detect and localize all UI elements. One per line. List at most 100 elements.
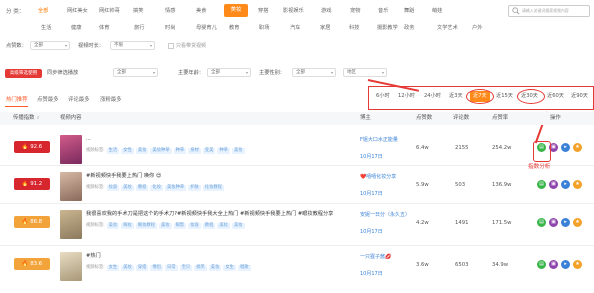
tag[interactable]: 生活 (106, 148, 120, 155)
tag[interactable]: 化妆 (150, 185, 164, 192)
category-item[interactable]: 家居 (320, 25, 330, 31)
star-icon[interactable]: ★ (573, 180, 582, 189)
category-item[interactable]: 舞蹈 (404, 8, 414, 14)
category-item[interactable]: 科技 (349, 25, 359, 31)
video-thumbnail[interactable] (60, 210, 82, 239)
tag[interactable]: 身材 (188, 148, 201, 155)
video-title[interactable]: ... (86, 136, 91, 142)
category-item[interactable]: 户外 (472, 25, 482, 31)
blogger-name[interactable]: 安妮一日分（永久五） (360, 212, 410, 219)
category-item[interactable]: 旅行 (134, 25, 144, 31)
analysis-icon[interactable]: ▤ (537, 180, 546, 189)
tag[interactable]: 穿搭 (135, 265, 149, 272)
blogger-name[interactable]: 一只猩子酱💋 (360, 254, 408, 261)
category-item[interactable]: 生活 (41, 25, 51, 31)
search-icon[interactable] (512, 7, 520, 15)
tag[interactable]: 美妆 (159, 223, 172, 230)
play-icon[interactable]: ▸ (561, 143, 570, 152)
category-item[interactable]: 宠物 (350, 8, 360, 14)
tag[interactable]: 美妆 (106, 223, 120, 230)
category-item[interactable]: 体育 (99, 25, 109, 31)
category-item[interactable]: 搞笑 (133, 8, 143, 14)
blogger-name[interactable]: ❤️嘻嘻化妆分享 (360, 174, 408, 181)
category-item[interactable]: 摄影教学 (377, 25, 398, 31)
tag[interactable]: 美妆 (231, 223, 245, 230)
category-active-beauty[interactable]: 美妆 (224, 4, 248, 17)
tag[interactable]: 日常 (165, 265, 178, 272)
video-thumbnail[interactable] (60, 252, 82, 281)
tag[interactable]: 搞笑 (194, 265, 207, 272)
category-item[interactable]: 教育 (229, 25, 239, 31)
category-item[interactable]: 情感 (165, 8, 175, 14)
tag[interactable]: 教程 (135, 185, 149, 192)
tag[interactable]: 美妆种草 (165, 185, 187, 192)
category-item[interactable]: 网红美女 (67, 8, 88, 14)
gender-filter-select[interactable]: 全部 ▾ (292, 68, 336, 77)
category-item[interactable]: 音乐 (378, 8, 388, 14)
category-item[interactable]: 影视娱乐 (283, 8, 304, 14)
category-item[interactable]: 穿搭 (258, 8, 268, 14)
tag[interactable]: 眼妆 (121, 223, 134, 230)
only-commerce-checkbox[interactable] (168, 43, 174, 49)
tab-1[interactable]: 热门推荐 (6, 97, 28, 103)
tab-2[interactable]: 点赞最多 (37, 97, 59, 103)
category-item[interactable]: 文学艺术 (437, 25, 458, 31)
video-thumbnail[interactable] (60, 172, 82, 201)
advanced-filter-button[interactable]: 高级筛选使用 (5, 69, 42, 78)
tag[interactable]: 美妆 (208, 265, 222, 272)
age-filter-select[interactable]: 全部 ▾ (207, 68, 251, 77)
tab-3[interactable]: 评论最多 (68, 97, 90, 103)
likes-filter-select[interactable]: 全部 ▾ (30, 41, 70, 50)
category-item[interactable]: 萌娃 (432, 8, 442, 14)
time-range-option[interactable]: 12小时 (398, 93, 415, 99)
tag[interactable]: 变美 (202, 148, 216, 155)
tag[interactable]: 妆容 (188, 223, 201, 230)
time-range-option[interactable]: 24小时 (424, 93, 441, 99)
category-item[interactable]: 汽车 (290, 25, 300, 31)
video-icon[interactable]: ▣ (549, 218, 558, 227)
time-range-option[interactable]: 近90天 (571, 93, 588, 99)
category-item[interactable]: 游戏 (321, 8, 331, 14)
play-icon[interactable]: ▸ (561, 260, 570, 269)
video-thumbnail[interactable] (60, 135, 82, 164)
tag[interactable]: 美妆 (231, 148, 245, 155)
category-item[interactable]: 美食 (196, 8, 206, 14)
star-icon[interactable]: ★ (573, 218, 582, 227)
tag[interactable]: 美妆 (121, 185, 134, 192)
tag[interactable]: 教程 (202, 223, 216, 230)
tag[interactable]: 美妆种草 (150, 148, 172, 155)
region-filter-select[interactable]: 地区 ▾ (343, 68, 387, 77)
play-icon[interactable]: ▸ (561, 180, 570, 189)
tag[interactable]: 化妆教程 (202, 185, 224, 192)
star-icon[interactable]: ★ (573, 260, 582, 269)
duration-filter-select[interactable]: 不限 ▾ (110, 41, 155, 50)
tag[interactable]: 女生 (223, 265, 236, 272)
tag[interactable]: 女性 (121, 148, 134, 155)
tag[interactable]: 眼影 (173, 223, 187, 230)
tag[interactable]: 美妆 (121, 265, 134, 272)
category-item[interactable]: 健康 (71, 25, 81, 31)
advanced-first-select[interactable]: 全部 ▾ (113, 68, 158, 77)
video-icon[interactable]: ▣ (549, 260, 558, 269)
blogger-name[interactable]: F姐大口水正能量 (360, 137, 408, 144)
search-input[interactable]: 请输入关键词搜索视频内容 (522, 9, 569, 13)
video-title[interactable]: #新视频快手我要上热门 唤你 😍 (86, 173, 161, 179)
analysis-icon[interactable]: ▤ (537, 260, 546, 269)
tag[interactable]: 唱歌 (237, 265, 251, 272)
category-item[interactable]: 全部 (38, 8, 48, 14)
star-icon[interactable]: ★ (573, 143, 582, 152)
video-title[interactable]: #热门 (86, 253, 101, 259)
tag[interactable]: 女生 (106, 265, 120, 272)
category-item[interactable]: 网红帅哥 (99, 8, 120, 14)
play-icon[interactable]: ▸ (561, 218, 570, 227)
time-range-option[interactable]: 近3天 (449, 93, 463, 99)
time-range-option[interactable]: 近15天 (496, 93, 513, 99)
video-title[interactable]: 我很喜欢我的手术刀是把这个的手术刀?#新视频快手我大全上热门 #新视频快手我要上… (86, 211, 333, 217)
tag[interactable]: 眼妆教程 (135, 223, 158, 230)
tag[interactable]: 护肤 (188, 185, 201, 192)
tag[interactable]: 美妆 (217, 223, 230, 230)
video-icon[interactable]: ▣ (549, 180, 558, 189)
tag[interactable]: 妆容 (106, 185, 120, 192)
category-item[interactable]: 政务 (404, 25, 414, 31)
tag[interactable]: 情侣 (150, 265, 164, 272)
